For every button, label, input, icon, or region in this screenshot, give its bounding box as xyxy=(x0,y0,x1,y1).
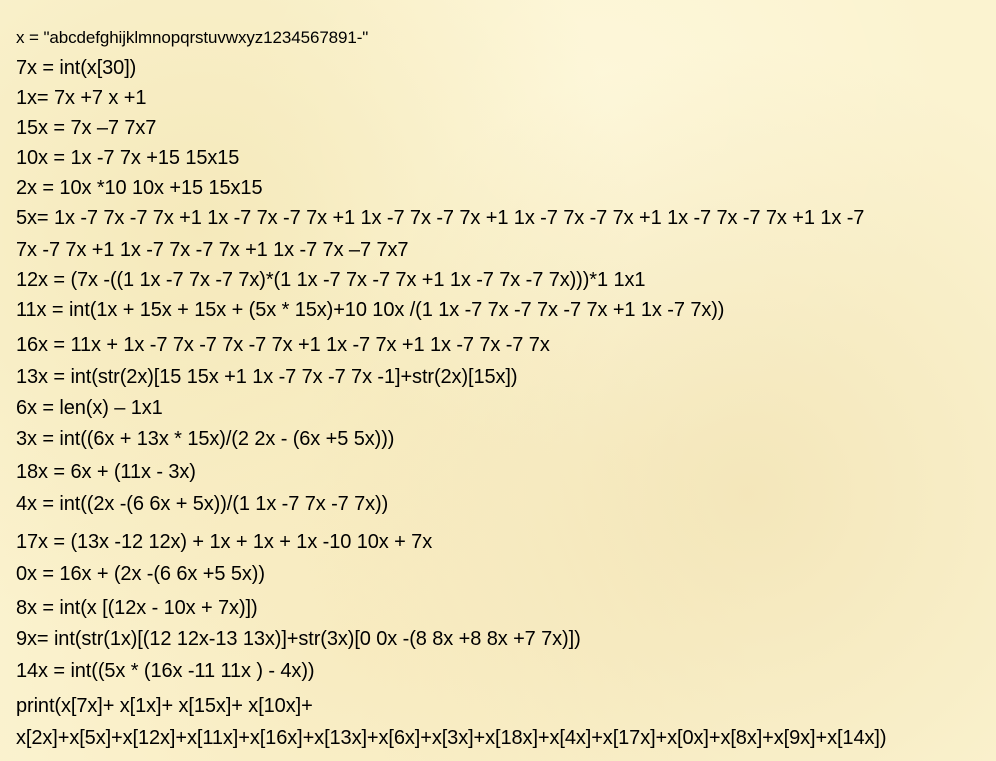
code-line-17: 17x = (13x -12 12x) + 1x + 1x + 1x -10 1… xyxy=(16,531,433,553)
code-line-18: 0x = 16x + (2x -(6 6x +5 5x)) xyxy=(16,563,265,585)
code-line-22: print(x[7x]+ x[1x]+ x[15x]+ x[10x]+ xyxy=(16,695,313,717)
code-line-16: 4x = int((2x -(6 6x + 5x))/(1 1x -7 7x -… xyxy=(16,493,389,515)
code-line-9: 12x = (7x -((1 1x -7 7x -7 7x)*(1 1x -7 … xyxy=(16,269,646,291)
code-line-3: 1x= 7x +7 x +1 xyxy=(16,87,147,109)
code-line-13: 6x = len(x) – 1x1 xyxy=(16,397,163,419)
code-line-21: 14x = int((5x * (16x -11 11x ) - 4x)) xyxy=(16,660,315,682)
code-line-10: 11x = int(1x + 15x + 15x + (5x * 15x)+10… xyxy=(16,299,725,321)
code-line-11: 16x = 11x + 1x -7 7x -7 7x -7 7x +1 1x -… xyxy=(16,334,550,356)
code-line-19: 8x = int(x [(12x - 10x + 7x)]) xyxy=(16,597,258,619)
code-line-20: 9x= int(str(1x)[(12 12x-13 13x)]+str(3x)… xyxy=(16,628,581,650)
code-line-2: 7x = int(x[30]) xyxy=(16,57,137,79)
code-line-15: 18x = 6x + (11x - 3x) xyxy=(16,461,196,483)
code-line-5: 10x = 1x -7 7x +15 15x15 xyxy=(16,147,240,169)
code-line-6: 2x = 10x *10 10x +15 15x15 xyxy=(16,177,263,199)
code-line-23: x[2x]+x[5x]+x[12x]+x[11x]+x[16x]+x[13x]+… xyxy=(16,727,887,749)
code-line-8: 7x -7 7x +1 1x -7 7x -7 7x +1 1x -7 7x –… xyxy=(16,239,409,261)
code-line-4: 15x = 7x –7 7x7 xyxy=(16,117,157,139)
code-line-1: x = "abcdefghijklmnopqrstuvwxyz123456789… xyxy=(16,28,369,47)
code-document: x = "abcdefghijklmnopqrstuvwxyz123456789… xyxy=(0,0,996,761)
code-line-7: 5x= 1x -7 7x -7 7x +1 1x -7 7x -7 7x +1 … xyxy=(16,207,865,229)
code-line-12: 13x = int(str(2x)[15 15x +1 1x -7 7x -7 … xyxy=(16,366,518,388)
code-line-14: 3x = int((6x + 13x * 15x)/(2 2x - (6x +5… xyxy=(16,428,395,450)
